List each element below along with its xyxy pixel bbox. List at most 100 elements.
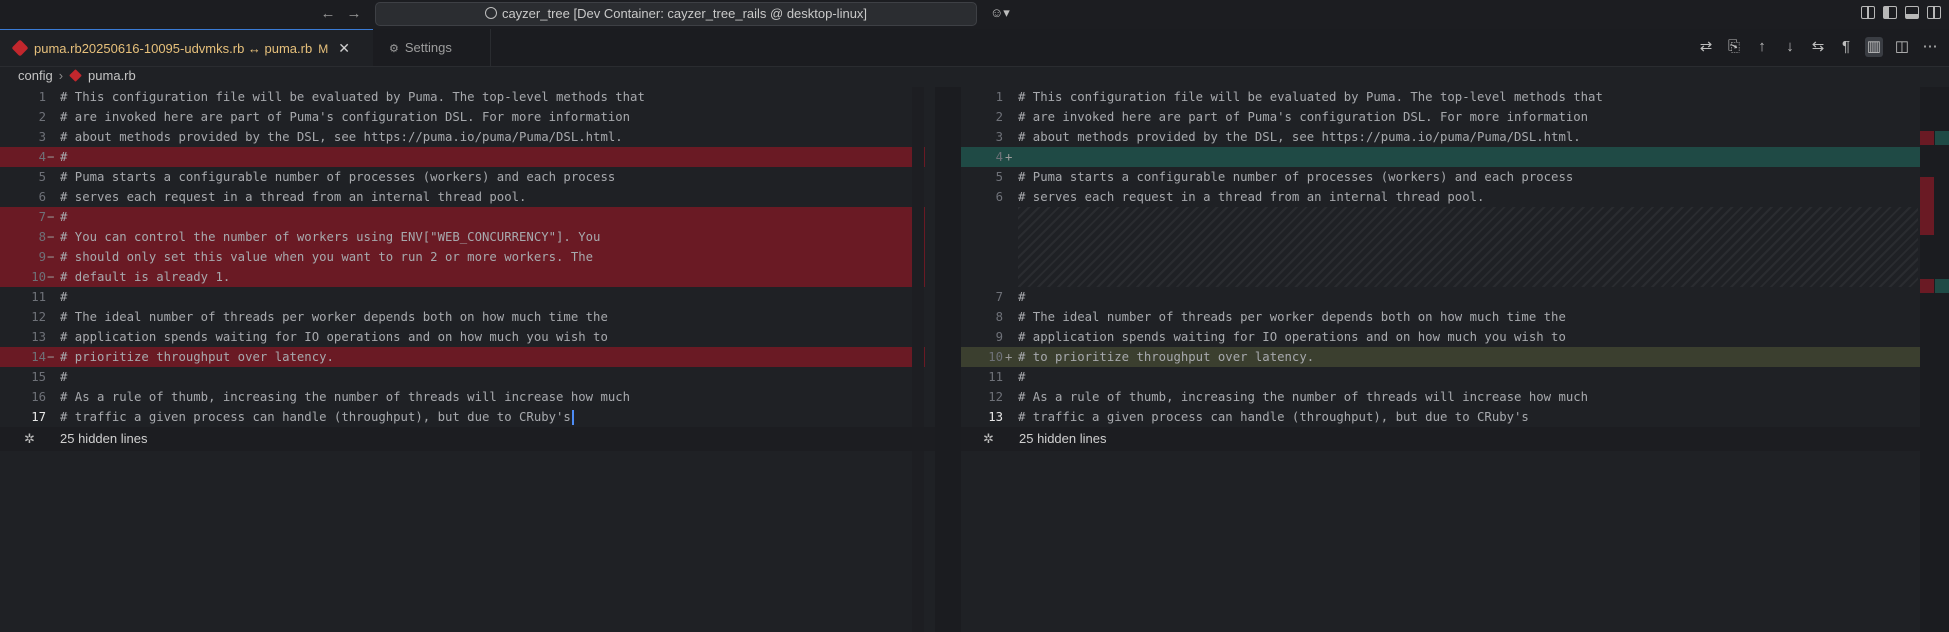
collapse-unchanged-icon[interactable]: ▥ [1865, 37, 1883, 57]
line-code: # about methods provided by the DSL, see… [60, 130, 623, 144]
code-line[interactable]: 6 # serves each request in a thread from … [0, 187, 925, 207]
diff-marker: + [1005, 350, 1013, 364]
stage-changes-icon[interactable]: ⇆ [1809, 37, 1827, 57]
hidden-lines-bar-right[interactable]: ✲ 25 hidden lines [961, 427, 1920, 451]
text-cursor [571, 410, 574, 425]
customize-layout-icon[interactable] [1861, 6, 1875, 19]
tab-puma-diff[interactable]: puma.rb20250616-10095-udvmks.rb ↔ puma.r… [0, 29, 373, 66]
original-editor-pane[interactable]: 1 # This configuration file will be evalu… [0, 87, 925, 427]
code-line[interactable]: 11 # [0, 287, 925, 307]
command-center-label: cayzer_tree [Dev Container: cayzer_tree_… [501, 6, 868, 21]
code-line[interactable]: 8− # You can control the number of worker… [0, 227, 925, 247]
line-code: # application spends waiting for IO oper… [1018, 330, 1566, 344]
code-line[interactable]: 8 # The ideal number of threads per worke… [960, 307, 1920, 327]
code-line[interactable]: 1 # This configuration file will be evalu… [960, 87, 1920, 107]
code-line[interactable]: 10 + # to prioritize throughput over laten… [960, 347, 1920, 367]
ruler-addition-mark [1935, 279, 1949, 293]
line-code: # should only set this value when you wa… [60, 250, 594, 264]
code-line[interactable]: 2 # are invoked here are part of Puma's c… [960, 107, 1920, 127]
diff-marker: − [47, 150, 55, 164]
line-code: # As a rule of thumb, increasing the num… [60, 390, 631, 404]
breadcrumb-folder[interactable]: config [18, 68, 53, 83]
code-line[interactable]: 9− # should only set this value when you … [0, 247, 925, 267]
line-code: # [60, 150, 68, 164]
hidden-lines-bar-left[interactable]: ✲ 25 hidden lines [0, 427, 935, 451]
diff-marker: − [47, 210, 55, 224]
code-line[interactable]: 7− # [0, 207, 925, 227]
code-line[interactable]: 7 # [960, 287, 1920, 307]
code-line[interactable]: 3 # about methods provided by the DSL, se… [0, 127, 925, 147]
toggle-panel-icon[interactable] [1905, 6, 1919, 19]
breadcrumb-file[interactable]: puma.rb [88, 68, 136, 83]
ruler-deletion-mark [1920, 131, 1934, 145]
chevron-right-icon: › [58, 68, 64, 83]
diff-marker: − [47, 350, 55, 364]
code-line[interactable]: 12 # As a rule of thumb, increasing the n… [960, 387, 1920, 407]
diff-pane-divider[interactable] [935, 87, 961, 632]
ruby-file-icon [11, 39, 29, 57]
code-line[interactable]: 4 + [960, 147, 1920, 167]
code-line[interactable]: 5 # Puma starts a configurable number of … [0, 167, 925, 187]
line-number: 4 [995, 150, 1003, 164]
line-number: 11 [988, 370, 1003, 384]
line-number: 3 [995, 130, 1003, 144]
line-code: # prioritize throughput over latency. [60, 350, 334, 364]
code-line[interactable]: 2 # are invoked here are part of Puma's c… [0, 107, 925, 127]
line-code: # As a rule of thumb, increasing the num… [1018, 390, 1589, 404]
split-editor-icon[interactable]: ◫ [1893, 37, 1911, 57]
code-line[interactable]: 15 # [0, 367, 925, 387]
code-line[interactable]: 1 # This configuration file will be evalu… [0, 87, 925, 107]
tab-label: Settings [404, 40, 452, 55]
code-line[interactable]: 16 # As a rule of thumb, increasing the n… [0, 387, 925, 407]
line-number: 4 [38, 150, 46, 164]
code-line[interactable]: 10− # default is already 1. [0, 267, 925, 287]
code-line[interactable]: 6 # serves each request in a thread from … [960, 187, 1920, 207]
command-center-search[interactable]: cayzer_tree [Dev Container: cayzer_tree_… [375, 2, 977, 26]
next-change-icon[interactable]: ↓ [1781, 37, 1799, 57]
overview-ruler[interactable] [1920, 87, 1949, 632]
back-arrow-icon[interactable]: ← [318, 4, 338, 24]
unfold-icon[interactable]: ✲ [983, 427, 994, 451]
code-line[interactable]: 5 # Puma starts a configurable number of … [960, 167, 1920, 187]
open-file-icon[interactable]: ⎘ [1725, 37, 1743, 57]
more-actions-icon[interactable]: ⋯ [1921, 37, 1939, 57]
close-icon[interactable]: ✕ [338, 40, 350, 56]
code-line[interactable]: 13 # application spends waiting for IO op… [0, 327, 925, 347]
code-line[interactable]: 9 # application spends waiting for IO ope… [960, 327, 1920, 347]
line-number: 6 [995, 190, 1003, 204]
code-line[interactable]: 14− # prioritize throughput over latency. [0, 347, 925, 367]
toggle-primary-sidebar-icon[interactable] [1883, 6, 1897, 19]
copilot-icon[interactable]: ☺▾ [990, 5, 1010, 21]
code-line[interactable]: 3 # about methods provided by the DSL, se… [960, 127, 1920, 147]
line-code: # application spends waiting for IO oper… [60, 330, 608, 344]
code-line[interactable]: 13 # traffic a given process can handle (… [960, 407, 1920, 427]
line-code: # Puma starts a configurable number of p… [1018, 170, 1574, 184]
line-code: # The ideal number of threads per worker… [60, 310, 608, 324]
code-line[interactable]: 17 # traffic a given process can handle (… [0, 407, 925, 427]
line-code: # You can control the number of workers … [60, 230, 601, 244]
previous-change-icon[interactable]: ↑ [1753, 37, 1771, 57]
code-line[interactable]: 12 # The ideal number of threads per work… [0, 307, 925, 327]
line-number: 7 [38, 210, 46, 224]
line-number: 8 [38, 230, 46, 244]
left-scrollbar[interactable] [912, 87, 924, 632]
ruler-deletion-mark [1920, 279, 1934, 293]
breadcrumb: config › puma.rb [18, 67, 136, 85]
whitespace-icon[interactable]: ¶ [1837, 37, 1855, 57]
code-line[interactable]: 4− # [0, 147, 925, 167]
forward-arrow-icon[interactable]: → [344, 4, 364, 24]
line-number: 5 [38, 170, 46, 184]
unfold-icon[interactable]: ✲ [24, 427, 35, 451]
toggle-secondary-sidebar-icon[interactable] [1927, 6, 1941, 19]
line-number: 8 [995, 310, 1003, 324]
line-number: 12 [31, 310, 46, 324]
tab-settings[interactable]: ⚙ Settings [375, 29, 491, 66]
line-number: 7 [995, 290, 1003, 304]
diff-marker: − [47, 270, 55, 284]
line-number: 15 [31, 370, 46, 384]
line-number: 10 [988, 350, 1003, 364]
line-number: 13 [988, 410, 1003, 424]
modified-editor-pane[interactable]: 1 # This configuration file will be evalu… [960, 87, 1920, 427]
code-line[interactable]: 11 # [960, 367, 1920, 387]
swap-sides-icon[interactable]: ⇄ [1697, 37, 1715, 57]
